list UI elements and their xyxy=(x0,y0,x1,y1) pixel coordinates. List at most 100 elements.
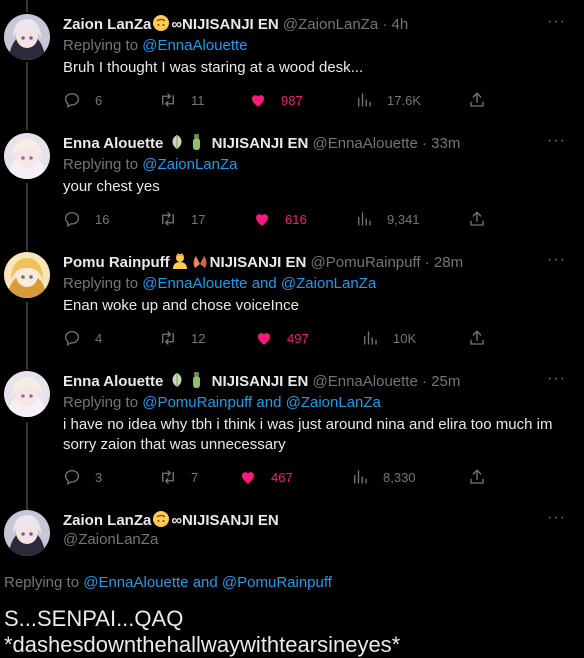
avatar[interactable] xyxy=(4,510,50,556)
views-button[interactable]: 8,330 xyxy=(351,467,416,487)
mention-link[interactable]: @ZaionLanZa xyxy=(281,275,376,292)
timestamp[interactable]: 4h xyxy=(392,16,409,33)
retweet-icon xyxy=(159,468,177,486)
more-icon[interactable]: ··· xyxy=(547,252,566,268)
avatar[interactable] xyxy=(4,133,50,179)
tweet-text: Enan woke up and chose voiceInce xyxy=(63,297,299,314)
separator: · xyxy=(424,254,430,271)
hands-icon xyxy=(191,252,209,270)
replying-label: Replying to xyxy=(63,275,139,292)
views-button[interactable]: 10K xyxy=(361,328,416,348)
display-name[interactable]: Enna Alouette xyxy=(63,135,163,152)
timestamp[interactable]: 28m xyxy=(434,254,463,271)
display-name-suffix[interactable]: NIJISANJI EN xyxy=(212,373,309,390)
mention-link[interactable]: @EnnaAlouette xyxy=(142,275,247,292)
retweet-button[interactable]: 7 xyxy=(159,467,198,487)
leaf-icon xyxy=(168,133,186,151)
timestamp[interactable]: 25m xyxy=(431,373,460,390)
more-icon[interactable]: ··· xyxy=(547,133,566,149)
retweet-button[interactable]: 17 xyxy=(159,209,205,229)
more-icon[interactable]: ··· xyxy=(547,371,566,387)
mention-link[interactable]: @ZaionLanZa xyxy=(142,156,237,173)
reply-button[interactable]: 4 xyxy=(63,328,102,348)
share-button[interactable] xyxy=(468,90,500,110)
like-count: 987 xyxy=(281,92,303,108)
display-name-suffix[interactable]: ∞NIJISANJI EN xyxy=(171,512,278,529)
reply-button[interactable]: 6 xyxy=(63,90,102,110)
retweet-count: 17 xyxy=(191,211,206,227)
mention-link[interactable]: @EnnaAlouette xyxy=(83,574,188,591)
display-name[interactable]: Enna Alouette xyxy=(63,373,163,390)
share-button[interactable] xyxy=(468,467,500,487)
reply-count: 3 xyxy=(95,469,103,485)
share-icon xyxy=(468,210,486,228)
focused-tweet[interactable]: Zaion LanZa ∞NIJISANJI EN @ZaionLanZa ···… xyxy=(0,510,584,657)
mention-link[interactable]: @ZaionLanZa xyxy=(286,394,381,411)
like-icon xyxy=(239,468,257,486)
tweet[interactable]: Zaion LanZa ∞NIJISANJI EN @ZaionLanZa · 4… xyxy=(0,14,584,124)
display-name[interactable]: Zaion LanZa xyxy=(63,16,151,33)
reply-button[interactable]: 3 xyxy=(63,467,102,487)
retweet-button[interactable]: 11 xyxy=(159,90,205,110)
handle[interactable]: @PomuRainpuff xyxy=(311,254,421,271)
tweet[interactable]: Enna Alouette NIJISANJI EN @EnnaAlouette… xyxy=(0,133,584,243)
views-button[interactable]: 17.6K xyxy=(355,90,421,110)
views-button[interactable]: 9,341 xyxy=(355,209,420,229)
replying-to: Replying to @EnnaAlouette and @PomuRainp… xyxy=(4,573,332,593)
avatar[interactable] xyxy=(4,371,50,417)
replying-label: Replying to xyxy=(63,394,139,411)
bottle-icon xyxy=(188,371,206,389)
retweet-button[interactable]: 12 xyxy=(159,328,205,348)
action-bar: 3 7 467 8,330 xyxy=(63,467,493,487)
replying-to: Replying to @EnnaAlouette and @ZaionLanZ… xyxy=(63,274,376,294)
views-icon xyxy=(355,210,373,228)
reply-button[interactable]: 16 xyxy=(63,209,109,229)
display-name[interactable]: Pomu Rainpuff xyxy=(63,254,170,271)
person-crown-icon xyxy=(171,252,189,270)
action-bar: 4 12 497 10K xyxy=(63,328,493,348)
tweet-text-line: i have no idea why tbh i think i was jus… xyxy=(63,416,553,433)
display-name-suffix[interactable]: NIJISANJI EN xyxy=(210,254,307,271)
reply-icon xyxy=(63,210,81,228)
retweet-icon xyxy=(159,210,177,228)
like-button[interactable]: 497 xyxy=(255,328,309,348)
like-count: 497 xyxy=(287,330,309,346)
separator: · xyxy=(382,16,388,33)
handle[interactable]: @EnnaAlouette xyxy=(313,135,418,152)
like-icon xyxy=(255,329,273,347)
mention-link[interactable]: @EnnaAlouette xyxy=(142,37,247,54)
views-icon xyxy=(361,329,379,347)
handle[interactable]: @ZaionLanZa xyxy=(63,530,158,550)
tweet[interactable]: Enna Alouette NIJISANJI EN @EnnaAlouette… xyxy=(0,371,584,501)
display-name-suffix[interactable]: ∞NIJISANJI EN xyxy=(171,16,278,33)
replying-to: Replying to @ZaionLanZa xyxy=(63,155,238,175)
tweet-header: Zaion LanZa ∞NIJISANJI EN xyxy=(63,510,279,531)
tweet[interactable]: Pomu Rainpuff NIJISANJI EN @PomuRainpuff … xyxy=(0,252,584,362)
display-name[interactable]: Zaion LanZa xyxy=(63,512,151,529)
like-button[interactable]: 987 xyxy=(249,90,303,110)
replying-joiner: and xyxy=(251,275,277,292)
avatar[interactable] xyxy=(4,252,50,298)
avatar[interactable] xyxy=(4,14,50,60)
mention-link[interactable]: @PomuRainpuff xyxy=(142,394,252,411)
handle[interactable]: @ZaionLanZa xyxy=(283,16,378,33)
tweet-text: your chest yes xyxy=(63,178,160,195)
like-count: 616 xyxy=(285,211,307,227)
timestamp[interactable]: 33m xyxy=(431,135,460,152)
like-button[interactable]: 616 xyxy=(253,209,307,229)
thread-line xyxy=(26,0,28,12)
replying-label: Replying to xyxy=(63,156,139,173)
replying-joiner: and xyxy=(256,394,282,411)
handle[interactable]: @EnnaAlouette xyxy=(313,373,418,390)
tweet-text: i have no idea why tbh i think i was jus… xyxy=(63,415,563,455)
views-icon xyxy=(355,91,373,109)
tweet-text: Bruh I thought I was staring at a wood d… xyxy=(63,59,364,76)
more-icon[interactable]: ··· xyxy=(547,510,566,526)
display-name-suffix[interactable]: NIJISANJI EN xyxy=(212,135,309,152)
share-button[interactable] xyxy=(468,328,500,348)
share-button[interactable] xyxy=(468,209,500,229)
views-count: 9,341 xyxy=(387,211,420,227)
mention-link[interactable]: @PomuRainpuff xyxy=(222,574,332,591)
like-button[interactable]: 467 xyxy=(239,467,293,487)
more-icon[interactable]: ··· xyxy=(547,14,566,30)
